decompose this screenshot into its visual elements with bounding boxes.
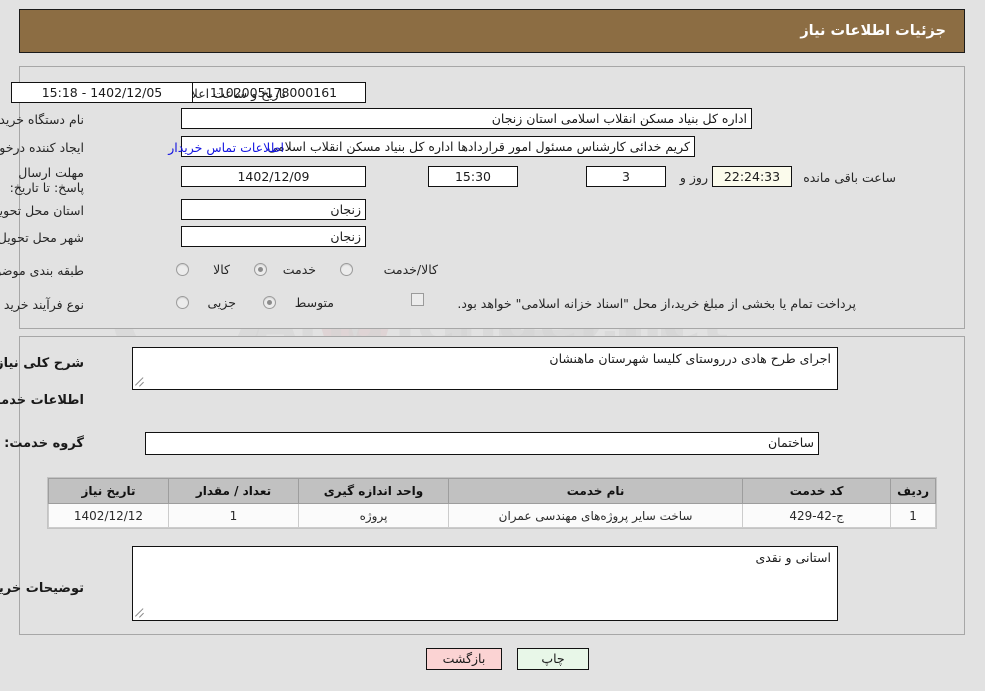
requester-label: ایجاد کننده درخواست: bbox=[0, 140, 85, 155]
delivery-province-value: زنجان bbox=[182, 199, 367, 220]
page-header-bar: جزئیات اطلاعات نیاز bbox=[20, 9, 966, 53]
resize-grip-icon[interactable] bbox=[136, 607, 148, 619]
deadline-remaining-label: ساعت باقی مانده bbox=[804, 170, 897, 185]
buyer-org-value: اداره کل بنیاد مسکن انقلاب اسلامی استان … bbox=[182, 108, 753, 129]
cell-service-code: ج-42-429 bbox=[743, 503, 893, 528]
th-service-code: کد خدمت bbox=[743, 478, 893, 504]
treasury-docs-note: پرداخت تمام یا بخشی از مبلغ خرید،از محل … bbox=[458, 296, 857, 311]
th-need-date: تاریخ نیاز bbox=[49, 478, 170, 504]
resize-grip-icon[interactable] bbox=[136, 376, 148, 388]
delivery-city-value: زنجان bbox=[182, 226, 367, 247]
cell-need-date: 1402/12/12 bbox=[49, 503, 170, 528]
need-summary-textarea[interactable]: اجرای طرح هادی درروستای کلیسا شهرستان ما… bbox=[133, 347, 839, 390]
services-table-wrapper: ردیف کد خدمت نام خدمت واحد اندازه گیری ت… bbox=[48, 477, 938, 529]
cell-quantity: 1 bbox=[169, 503, 300, 528]
need-summary-label: شرح کلی نیاز: bbox=[0, 356, 85, 371]
deadline-days-value: 3 bbox=[587, 166, 667, 187]
th-service-name: نام خدمت bbox=[448, 478, 745, 504]
need-info-panel bbox=[20, 66, 966, 329]
print-button[interactable]: چاپ bbox=[518, 648, 590, 670]
classification-label-kala-khedmat: کالا/خدمت bbox=[384, 262, 439, 277]
cell-service-name: ساخت سایر پروژه‌های مهندسی عمران bbox=[448, 503, 745, 528]
cell-radif: 1 bbox=[891, 503, 937, 528]
deadline-date-value: 1402/12/09 bbox=[182, 166, 367, 187]
announcement-datetime-value: 1402/12/05 - 15:18 bbox=[12, 82, 194, 103]
purchase-process-radio-jozi[interactable] bbox=[177, 296, 190, 309]
back-button[interactable]: بازگشت bbox=[427, 648, 503, 670]
buyer-contact-link[interactable]: اطلاعات تماس خریدار bbox=[169, 140, 285, 155]
service-group-value: ساختمان bbox=[146, 432, 820, 455]
buyer-notes-textarea[interactable]: استانی و نقدی bbox=[133, 546, 839, 621]
classification-radio-kala-khedmat[interactable] bbox=[341, 263, 354, 276]
page-title: جزئیات اطلاعات نیاز bbox=[801, 23, 947, 39]
classification-label-kala: کالا bbox=[214, 262, 231, 277]
treasury-docs-checkbox[interactable] bbox=[412, 293, 425, 306]
th-radif: ردیف bbox=[891, 478, 937, 504]
th-unit: واحد اندازه گیری bbox=[299, 478, 450, 504]
table-row: 1 ج-42-429 ساخت سایر پروژه‌های مهندسی عم… bbox=[49, 503, 937, 528]
delivery-province-label: استان محل تحویل: bbox=[0, 203, 85, 218]
buyer-notes-label: توضیحات خریدار: bbox=[0, 581, 85, 596]
deadline-time-value: 15:30 bbox=[429, 166, 519, 187]
classification-label-khedmat: خدمت bbox=[283, 262, 317, 277]
delivery-city-label: شهر محل تحویل: bbox=[0, 230, 85, 245]
services-section-heading: اطلاعات خدمات مورد نیاز bbox=[0, 393, 85, 408]
classification-radio-khedmat[interactable] bbox=[255, 263, 268, 276]
deadline-countdown-value: 22:24:33 bbox=[713, 166, 793, 187]
table-header-row: ردیف کد خدمت نام خدمت واحد اندازه گیری ت… bbox=[49, 478, 937, 504]
purchase-process-label-jozi: جزیی bbox=[208, 295, 237, 310]
buyer-notes-text: استانی و نقدی bbox=[756, 550, 832, 565]
deadline-days-suffix-label: روز و bbox=[680, 170, 709, 185]
purchase-process-label: نوع فرآیند خرید : bbox=[0, 297, 85, 312]
buyer-org-label: نام دستگاه خریدار: bbox=[0, 112, 85, 127]
service-group-label: گروه خدمت: bbox=[5, 436, 85, 451]
classification-label: طبقه بندی موضوعی: bbox=[0, 263, 85, 278]
purchase-process-radio-motevaset[interactable] bbox=[264, 296, 277, 309]
cell-unit: پروژه bbox=[299, 503, 450, 528]
th-quantity: تعداد / مقدار bbox=[169, 478, 300, 504]
purchase-process-label-motevaset: متوسط bbox=[295, 295, 335, 310]
services-table: ردیف کد خدمت نام خدمت واحد اندازه گیری ت… bbox=[49, 478, 937, 528]
classification-radio-kala[interactable] bbox=[177, 263, 190, 276]
need-summary-text: اجرای طرح هادی درروستای کلیسا شهرستان ما… bbox=[550, 351, 832, 366]
deadline-label: مهلت ارسال پاسخ: تا تاریخ: bbox=[10, 165, 85, 195]
